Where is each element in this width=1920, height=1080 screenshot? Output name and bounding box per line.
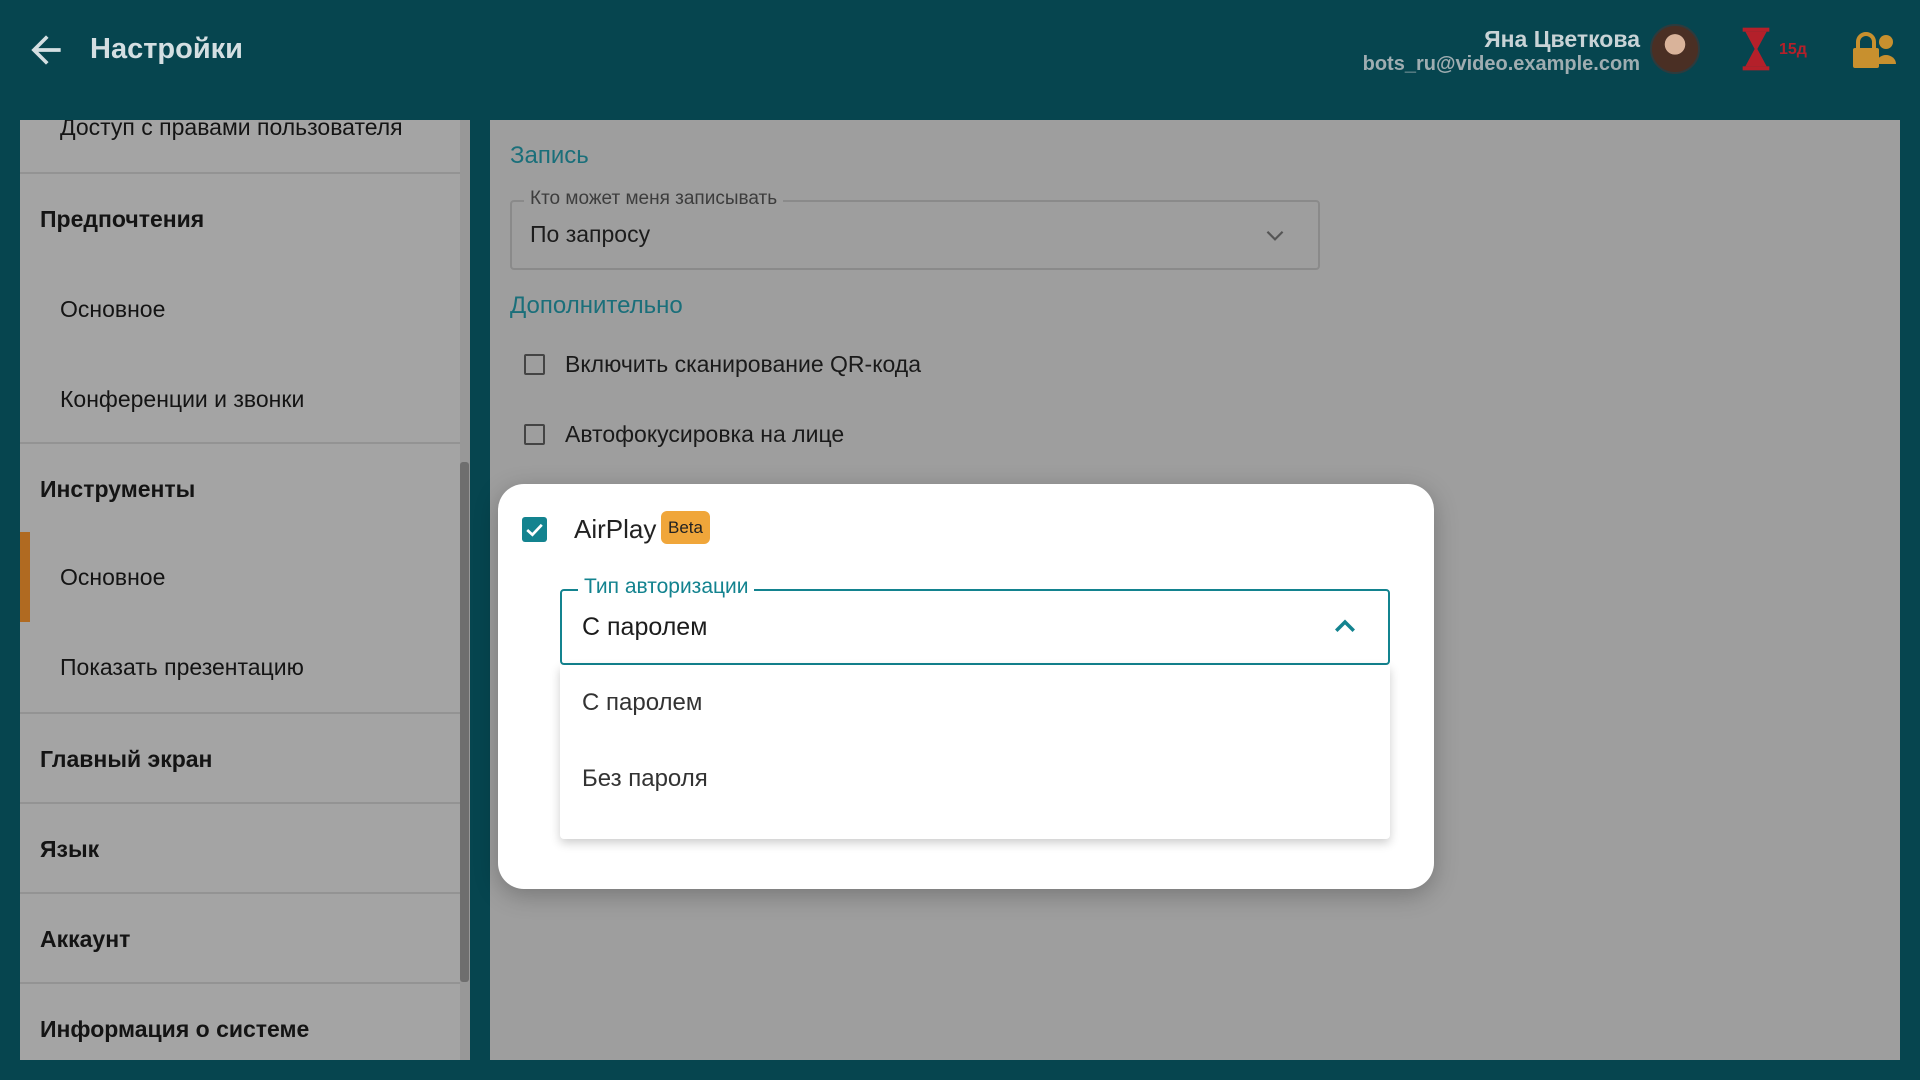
airplay-checkbox[interactable]: [522, 517, 547, 542]
sidebar-item-conferences[interactable]: Конференции и звонки: [20, 354, 460, 444]
sidebar-section-tools[interactable]: Инструменты: [20, 444, 460, 534]
sidebar-item-label: Показать презентацию: [60, 653, 304, 680]
sidebar-item-label: Аккаунт: [40, 925, 131, 952]
sidebar-item-label: Инструменты: [40, 475, 196, 502]
qr-scan-label: Включить сканирование QR-кода: [565, 351, 922, 377]
beta-badge: Beta: [661, 511, 710, 544]
sidebar-item-label: Доступ с правами пользователя: [60, 120, 403, 140]
avatar[interactable]: [1650, 24, 1700, 74]
sidebar-item-label: Язык: [40, 835, 100, 862]
lock-user-icon[interactable]: [1850, 30, 1898, 70]
sidebar-item-tools-general[interactable]: Основное: [20, 532, 460, 622]
sidebar-section-system-info[interactable]: Информация о системе: [20, 984, 460, 1060]
airplay-label: AirPlay: [574, 514, 657, 544]
section-title-recording: Запись: [510, 142, 589, 169]
face-autofocus-checkbox[interactable]: [524, 424, 545, 445]
hourglass-icon[interactable]: [1740, 26, 1772, 72]
sidebar-item-label: Основное: [60, 295, 166, 322]
app-header: Настройки Яна Цветкова bots_ru@video.exa…: [0, 0, 1920, 120]
sidebar-scroll-thumb[interactable]: [460, 462, 469, 982]
user-name: Яна Цветкова: [1484, 26, 1640, 52]
sidebar-item-label: Предпочтения: [40, 205, 205, 232]
auth-type-dropdown-menu: С паролем Без пароля: [560, 665, 1390, 839]
sidebar-section-language[interactable]: Язык: [20, 804, 460, 894]
back-arrow-icon[interactable]: [24, 28, 68, 72]
qr-scan-checkbox[interactable]: [524, 354, 545, 375]
recording-select-value: По запросу: [530, 221, 651, 247]
sidebar-item-label: Основное: [60, 563, 166, 590]
settings-sidebar: Доступ с правами пользователя Предпочтен…: [20, 120, 460, 1060]
checkmark-icon: [526, 523, 543, 537]
page-title: Настройки: [90, 33, 244, 65]
airplay-settings-card: AirPlay Beta Тип авторизации С паролем С…: [498, 484, 1434, 889]
face-autofocus-checkbox-row[interactable]: Автофокусировка на лице: [524, 421, 844, 448]
sidebar-section-account[interactable]: Аккаунт: [20, 894, 460, 984]
sidebar-item-label: Главный экран: [40, 745, 213, 772]
sidebar-item-user-access[interactable]: Доступ с правами пользователя: [20, 120, 460, 172]
recording-select-label: Кто может меня записывать: [524, 188, 784, 210]
sidebar-section-preferences[interactable]: Предпочтения: [20, 174, 460, 264]
qr-scan-checkbox-row[interactable]: Включить сканирование QR-кода: [524, 351, 921, 378]
auth-option-without-password[interactable]: Без пароля: [560, 741, 1390, 817]
sidebar-item-label: Конференции и звонки: [60, 385, 305, 412]
auth-type-label: Тип авторизации: [578, 575, 755, 599]
section-title-additional: Дополнительно: [510, 292, 683, 319]
sidebar-item-presentation[interactable]: Показать презентацию: [20, 622, 460, 712]
timer-text: 15д: [1779, 41, 1807, 58]
user-email: bots_ru@video.example.com: [1362, 53, 1640, 75]
sidebar-section-home-screen[interactable]: Главный экран: [20, 714, 460, 804]
chevron-down-icon[interactable]: [1262, 222, 1288, 248]
chevron-up-icon[interactable]: [1330, 612, 1360, 642]
auth-type-value: С паролем: [582, 613, 708, 641]
sidebar-item-label: Информация о системе: [40, 1015, 310, 1042]
auth-option-with-password[interactable]: С паролем: [560, 665, 1390, 741]
face-autofocus-label: Автофокусировка на лице: [565, 421, 845, 447]
sidebar-item-preferences-general[interactable]: Основное: [20, 264, 460, 354]
